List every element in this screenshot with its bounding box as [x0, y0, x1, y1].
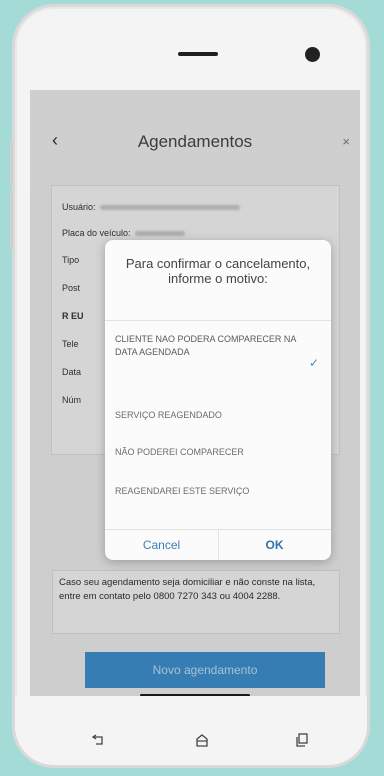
volume-button: [10, 140, 13, 186]
ok-button[interactable]: OK: [218, 530, 331, 560]
reason-option-4[interactable]: REAGENDAREI ESTE SERVIÇO: [115, 485, 305, 498]
system-nav-bar: [15, 696, 367, 765]
reason-option-3[interactable]: NÃO PODEREI COMPARECER: [115, 446, 305, 459]
dialog-title: Para confirmar o cancelamento, informe o…: [125, 256, 311, 286]
checkmark-icon: ✓: [308, 356, 319, 370]
side-button: [10, 190, 13, 250]
divider: [105, 320, 331, 321]
nav-back-icon[interactable]: [91, 733, 105, 747]
nav-recent-icon[interactable]: [295, 733, 309, 747]
cancel-button[interactable]: Cancel: [105, 530, 218, 560]
speaker-grille: [178, 52, 218, 56]
app-screen: ‹ Agendamentos × Usuário: Placa do veícu…: [30, 90, 360, 696]
phone-frame: ‹ Agendamentos × Usuário: Placa do veícu…: [12, 4, 370, 768]
front-camera: [305, 47, 320, 62]
nav-home-icon[interactable]: [195, 733, 209, 747]
reason-option-1[interactable]: CLIENTE NAO PODERA COMPARECER NA DATA AG…: [115, 333, 305, 359]
cancel-reason-dialog: Para confirmar o cancelamento, informe o…: [105, 240, 331, 560]
reason-option-2[interactable]: SERVIÇO REAGENDADO: [115, 409, 305, 422]
